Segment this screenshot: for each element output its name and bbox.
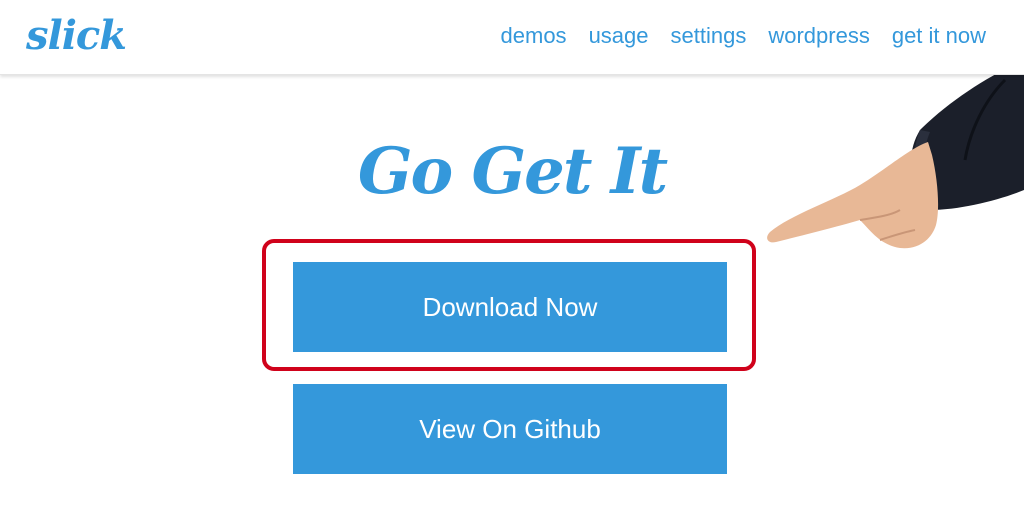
site-header: slick demos usage settings wordpress get… <box>0 0 1024 75</box>
download-now-button[interactable]: Download Now <box>293 262 727 352</box>
nav-item-wordpress[interactable]: wordpress <box>768 22 869 50</box>
logo[interactable]: slick <box>26 12 127 60</box>
nav-item-usage[interactable]: usage <box>589 22 649 50</box>
view-on-github-button[interactable]: View On Github <box>293 384 727 474</box>
nav-item-demos[interactable]: demos <box>501 22 567 50</box>
main-nav: demos usage settings wordpress get it no… <box>501 22 986 50</box>
pointing-hand-icon <box>767 60 1024 249</box>
page: slick demos usage settings wordpress get… <box>0 0 1024 532</box>
nav-item-settings[interactable]: settings <box>671 22 747 50</box>
nav-item-get-it-now[interactable]: get it now <box>892 22 986 50</box>
